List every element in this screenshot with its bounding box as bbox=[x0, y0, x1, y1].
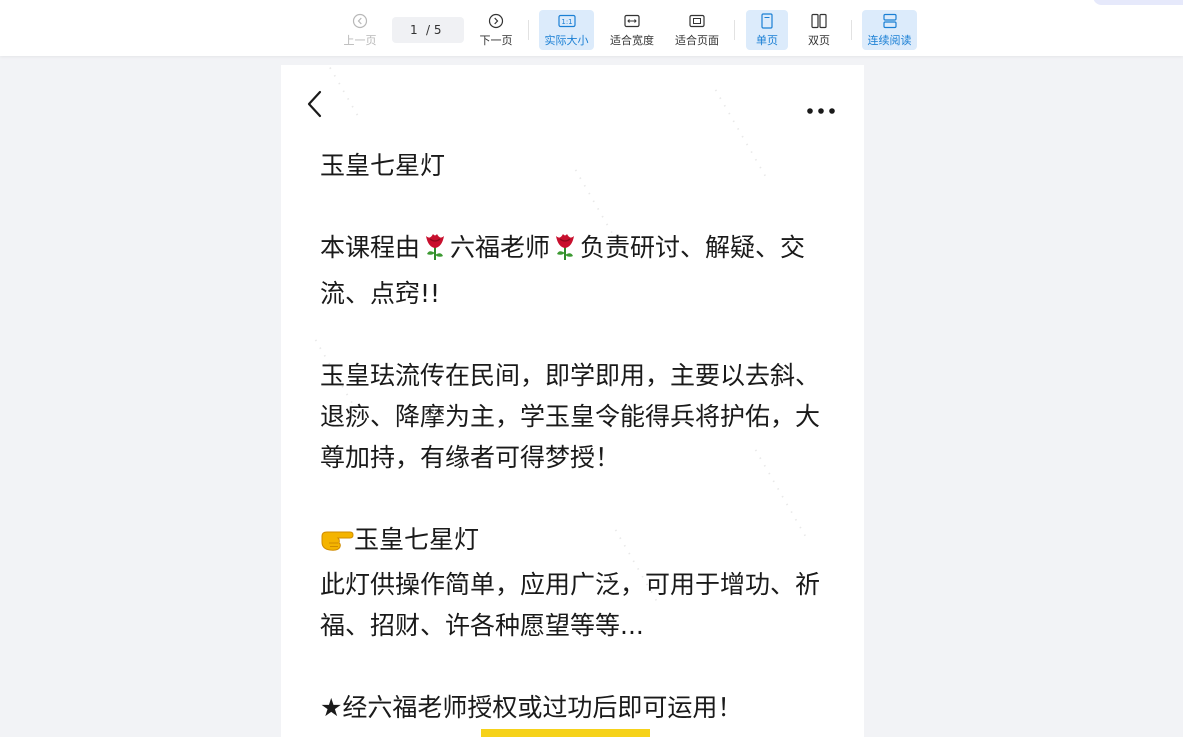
fit-width-icon bbox=[624, 12, 640, 30]
actual-size-button[interactable]: 1:1 实际大小 bbox=[539, 10, 594, 50]
toolbar-divider bbox=[528, 20, 529, 40]
single-page-icon bbox=[761, 12, 773, 30]
intro-teacher: 六福老师 bbox=[450, 233, 551, 262]
toolbar-divider bbox=[734, 20, 735, 40]
actual-size-label: 实际大小 bbox=[544, 34, 589, 47]
intro-part1: 本课程由 bbox=[320, 233, 421, 262]
double-page-button[interactable]: 双页 bbox=[800, 10, 838, 50]
single-page-button[interactable]: 单页 bbox=[746, 10, 788, 50]
continuous-read-label: 连续阅读 bbox=[867, 34, 912, 47]
prev-page-label: 上一页 bbox=[343, 34, 377, 47]
current-page-number[interactable]: 1 bbox=[410, 23, 418, 37]
corner-pill bbox=[1093, 0, 1183, 5]
viewer-toolbar: 上一页 1 / 5 下一页 1:1 实际大小 适合宽度 适合页面 单页 双页 连… bbox=[0, 0, 1183, 56]
toolbar-divider bbox=[851, 20, 852, 40]
fit-page-icon bbox=[689, 12, 705, 30]
svg-text:1:1: 1:1 bbox=[561, 18, 572, 26]
prev-page-button[interactable]: 上一页 bbox=[340, 10, 380, 50]
continuous-read-icon bbox=[882, 12, 898, 30]
fit-page-label: 适合页面 bbox=[675, 34, 719, 47]
continuous-read-button[interactable]: 连续阅读 bbox=[862, 10, 917, 50]
next-page-label: 下一页 bbox=[479, 34, 513, 47]
document-content: 玉皇七星灯 本课程由 六福老师 负责研讨、解疑、交流、点窍!! 玉皇珐流传在民间，即… bbox=[320, 145, 830, 728]
double-page-icon bbox=[811, 12, 827, 30]
pointing-finger-icon bbox=[320, 523, 354, 564]
fit-page-button[interactable]: 适合页面 bbox=[671, 10, 723, 50]
document-page: · · · · · · · · · · · · · · · · · · · · … bbox=[281, 65, 864, 737]
rose-icon bbox=[420, 231, 450, 273]
section-block: 玉皇七星灯 此灯供操作简单，应用广泛，可用于增功、祈福、招财、许各种愿望等等..… bbox=[320, 519, 830, 646]
back-arrow-icon[interactable] bbox=[305, 89, 325, 123]
next-page-button[interactable]: 下一页 bbox=[476, 10, 516, 50]
prev-page-icon bbox=[352, 12, 368, 30]
total-pages: / 5 bbox=[426, 23, 442, 37]
next-page-icon bbox=[488, 12, 504, 30]
section-title: 玉皇七星灯 bbox=[354, 525, 480, 554]
double-page-label: 双页 bbox=[808, 34, 830, 47]
section-heading: 玉皇七星灯 bbox=[320, 519, 830, 564]
final-line: ★经六福老师授权或过功后即可运用！ bbox=[320, 693, 743, 722]
section-body: 此灯供操作简单，应用广泛，可用于增功、祈福、招财、许各种愿望等等... bbox=[320, 570, 821, 640]
single-page-label: 单页 bbox=[756, 34, 778, 47]
fit-width-label: 适合宽度 bbox=[610, 34, 654, 47]
actual-size-icon: 1:1 bbox=[557, 12, 576, 30]
more-options-icon[interactable] bbox=[806, 100, 836, 119]
rose-icon bbox=[550, 231, 580, 273]
fit-width-button[interactable]: 适合宽度 bbox=[606, 10, 658, 50]
yellow-image-block bbox=[481, 729, 650, 737]
description-paragraph: 玉皇珐流传在民间，即学即用，主要以去斜、退痧、降摩为主，学玉皇令能得兵将护佑，大… bbox=[320, 361, 821, 472]
page-indicator[interactable]: 1 / 5 bbox=[392, 17, 464, 43]
intro-paragraph: 本课程由 六福老师 负责研讨、解疑、交流、点窍!! bbox=[320, 227, 830, 314]
document-title: 玉皇七星灯 bbox=[320, 151, 446, 180]
